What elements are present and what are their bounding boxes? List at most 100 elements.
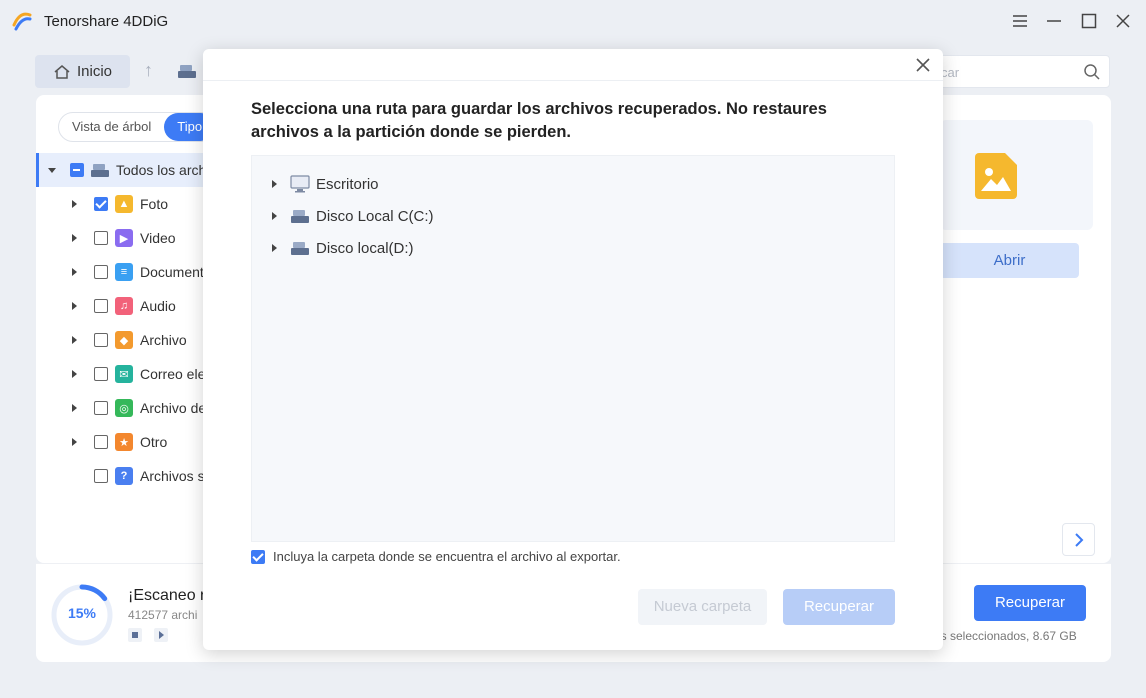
question-icon: ? [115, 467, 133, 485]
play-button[interactable] [154, 628, 168, 642]
search-placeholder: car [941, 65, 960, 80]
dialog-title: Selecciona una ruta para guardar los arc… [251, 100, 827, 141]
item-checkbox[interactable] [94, 265, 108, 279]
dialog-recover-button[interactable]: Recuperar [783, 589, 895, 625]
item-checkbox[interactable] [94, 299, 108, 313]
folder-tree-item[interactable]: Escritorio [272, 173, 379, 195]
chevron-right-icon [1074, 532, 1083, 547]
folder-tree-label: Escritorio [316, 175, 379, 193]
progress-percent: 15% [67, 605, 97, 621]
chevron-right-icon[interactable] [72, 404, 77, 412]
open-button[interactable]: Abrir [940, 243, 1079, 278]
home-label: Inicio [77, 63, 113, 80]
sidebar-item[interactable]: ✉ Correo ele [72, 363, 205, 385]
search-icon[interactable] [1083, 63, 1101, 81]
item-checkbox[interactable] [94, 197, 108, 211]
minimize-icon[interactable] [1043, 10, 1065, 32]
sidebar-item-label: Audio [140, 298, 176, 314]
sidebar-item[interactable]: ♫ Audio [72, 295, 176, 317]
folder-tree-item[interactable]: Disco local(D:) [272, 237, 414, 259]
include-folder-option[interactable]: Incluya la carpeta donde se encuentra el… [251, 549, 621, 564]
sidebar-item-label: Archivo de [140, 400, 207, 416]
desktop-icon [290, 175, 310, 193]
document-icon: ≡ [115, 263, 133, 281]
preview-panel [940, 120, 1093, 230]
sidebar-item-label: Foto [140, 196, 169, 212]
tab-tree-view[interactable]: Vista de árbol [59, 113, 164, 141]
folder-tree: Escritorio Disco Local C(C:) Disco local(D… [251, 155, 895, 542]
audio-icon: ♫ [115, 297, 133, 315]
chevron-right-icon[interactable] [72, 370, 77, 378]
sidebar-item-label: Correo ele [140, 366, 206, 382]
home-icon [54, 64, 70, 79]
drive-icon [91, 164, 109, 177]
app-title: Tenorshare 4DDiG [44, 13, 169, 30]
chevron-right-icon[interactable] [272, 244, 277, 252]
item-checkbox[interactable] [94, 231, 108, 245]
chevron-right-icon[interactable] [72, 234, 77, 242]
include-folder-label: Incluya la carpeta donde se encuentra el… [273, 549, 621, 564]
tree-root-label: Todos los arch [116, 162, 207, 178]
chevron-right-icon[interactable] [72, 336, 77, 344]
sidebar-item-label: Otro [140, 434, 168, 450]
photo-icon: ▲ [115, 195, 133, 213]
sidebar-item[interactable]: ? Archivos s [72, 465, 205, 487]
chevron-right-icon[interactable] [72, 200, 77, 208]
sidebar-item-label: Document [140, 264, 204, 280]
include-folder-checkbox[interactable] [251, 549, 265, 564]
app-logo-icon [12, 12, 32, 31]
chevron-right-icon[interactable] [72, 268, 77, 276]
scan-title: ¡Escaneo r [128, 587, 206, 604]
chevron-right-icon[interactable] [272, 212, 277, 220]
star-icon: ★ [115, 433, 133, 451]
maximize-icon[interactable] [1078, 10, 1100, 32]
stop-button[interactable] [128, 628, 142, 642]
sidebar-item[interactable]: ≡ Document [72, 261, 204, 283]
chevron-down-icon[interactable] [48, 167, 56, 173]
stop-icon [132, 632, 138, 638]
item-checkbox[interactable] [94, 469, 108, 483]
drive-icon [291, 242, 309, 255]
sidebar-item[interactable]: ◆ Archivo [72, 329, 187, 351]
photo-icon [975, 153, 1017, 199]
sidebar-item[interactable]: ★ Otro [72, 431, 167, 453]
selected-info: os seleccionados, 8.67 GB [934, 629, 1077, 643]
folder-tree-label: Disco local(D:) [316, 239, 414, 257]
item-checkbox[interactable] [94, 333, 108, 347]
archive-icon: ◆ [115, 331, 133, 349]
sidebar-item-label: Archivos s [140, 468, 205, 484]
chevron-right-icon[interactable] [72, 302, 77, 310]
title-bar: Tenorshare 4DDiG [0, 0, 1146, 42]
item-checkbox[interactable] [94, 435, 108, 449]
item-checkbox[interactable] [94, 401, 108, 415]
web-icon: ◎ [115, 399, 133, 417]
play-icon [158, 631, 164, 639]
drive-icon [291, 210, 309, 223]
chevron-right-icon[interactable] [72, 438, 77, 446]
sidebar-item[interactable]: ◎ Archivo de [72, 397, 206, 419]
next-button[interactable] [1062, 523, 1095, 556]
drive-icon [178, 65, 196, 78]
save-path-dialog: Selecciona una ruta para guardar los arc… [203, 49, 943, 650]
view-toggle: Vista de árbol Tipo [58, 112, 217, 142]
mail-icon: ✉ [115, 365, 133, 383]
video-icon: ▶ [115, 229, 133, 247]
scan-count: 412577 archi [128, 608, 198, 622]
sidebar-item[interactable]: ▶ Video [72, 227, 176, 249]
home-button[interactable]: Inicio [35, 55, 130, 88]
sidebar-item-label: Video [140, 230, 176, 246]
root-checkbox[interactable] [70, 163, 84, 177]
item-checkbox[interactable] [94, 367, 108, 381]
chevron-right-icon[interactable] [272, 180, 277, 188]
new-folder-button[interactable]: Nueva carpeta [638, 589, 767, 625]
close-window-icon[interactable] [1112, 10, 1134, 32]
sidebar-item-label: Archivo [140, 332, 187, 348]
tree-root-item: Todos los arch [48, 159, 206, 181]
sidebar-item[interactable]: ▲ Foto [72, 193, 168, 215]
folder-tree-item[interactable]: Disco Local C(C:) [272, 205, 434, 227]
dialog-header-divider [203, 80, 943, 81]
close-icon[interactable] [913, 55, 933, 75]
menu-icon[interactable] [1009, 10, 1031, 32]
up-arrow-icon[interactable]: ↑ [144, 60, 153, 81]
recover-button[interactable]: Recuperar [974, 585, 1086, 621]
